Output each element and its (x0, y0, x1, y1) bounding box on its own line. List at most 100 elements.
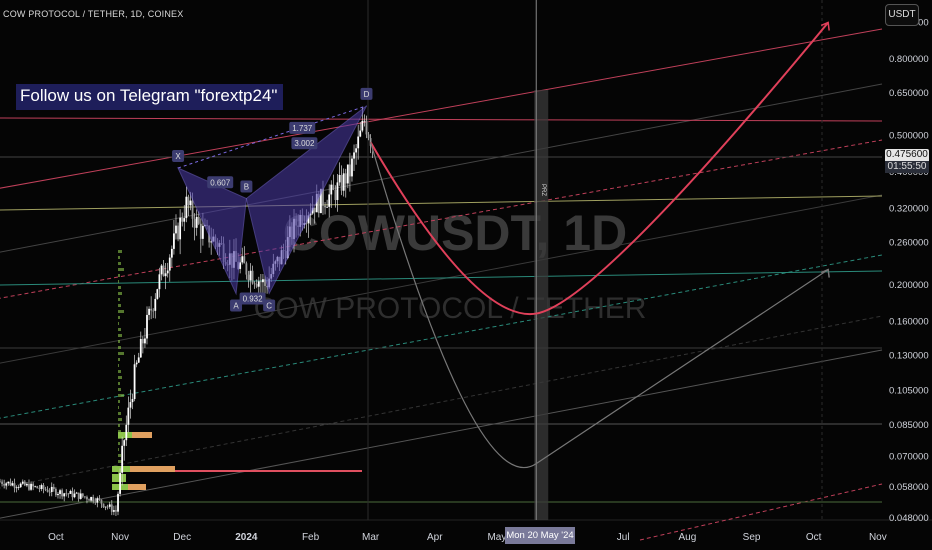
volume-bar (118, 340, 120, 343)
candle (137, 352, 140, 363)
candle-body (363, 120, 366, 122)
candle-body (65, 493, 68, 495)
candle (38, 484, 41, 493)
ratio-label: 0.932 (243, 294, 264, 303)
candle-body (255, 283, 258, 287)
candle-body (34, 486, 37, 488)
candle-body (117, 493, 119, 512)
candle-body (359, 130, 362, 137)
candle-body (96, 498, 99, 503)
candle-body (349, 164, 351, 177)
ratio-label: 0.607 (210, 178, 231, 187)
x-tick-label: Apr (427, 532, 443, 543)
candle-body (150, 308, 153, 311)
candle (355, 144, 358, 165)
candle-body (21, 481, 24, 484)
volume-bar (118, 268, 124, 271)
currency-button[interactable]: USDT (885, 4, 919, 26)
volume-bar (112, 466, 130, 472)
candle (127, 396, 130, 433)
price-axis-bg (882, 0, 932, 550)
candle (166, 262, 169, 278)
y-tick-label: 0.070000 (889, 451, 929, 462)
x-tick-label: Feb (302, 532, 320, 543)
candle-body (353, 152, 355, 159)
candle-body (7, 481, 10, 484)
candle-body (355, 148, 358, 153)
candle-body (183, 218, 186, 222)
candle (131, 393, 134, 410)
y-tick-label: 0.058000 (889, 482, 929, 493)
candle-body (257, 281, 260, 287)
candle-body (156, 289, 159, 299)
candle-body (42, 485, 45, 490)
candle (106, 504, 109, 510)
harmonic-pattern: X A B C D 0.607 0.932 1.737 3.002 (172, 87, 373, 312)
candle (42, 482, 45, 494)
candle (117, 491, 119, 516)
candle (65, 489, 68, 497)
candle-body (69, 490, 72, 494)
volume-bar (118, 424, 120, 427)
candle-body (336, 182, 339, 201)
candle (19, 482, 22, 488)
candle-body (83, 496, 86, 498)
candle (353, 144, 355, 172)
candle-body (17, 487, 20, 488)
y-tick-label: 0.260000 (889, 237, 929, 248)
candle (98, 495, 101, 501)
candle (32, 481, 35, 491)
candle-body (44, 489, 47, 490)
candle (135, 360, 138, 368)
candle-body (30, 483, 32, 490)
pattern-triangle-bcd (245, 105, 367, 295)
candle-body (367, 134, 370, 139)
volume-bar (118, 298, 120, 301)
candle-body (160, 265, 163, 275)
candle (88, 498, 90, 501)
candle (251, 265, 254, 285)
volume-bar (118, 412, 121, 415)
candle-body (77, 492, 80, 499)
candle (168, 254, 171, 282)
candle (243, 246, 246, 264)
candle-body (121, 445, 124, 473)
candle (332, 174, 335, 191)
volume-bar (118, 310, 124, 313)
candle (104, 506, 107, 511)
candle-body (202, 225, 204, 239)
candle (195, 209, 198, 236)
candle-body (351, 158, 353, 177)
candle (144, 327, 146, 348)
candle (59, 488, 61, 499)
candle (30, 481, 32, 491)
candle (50, 482, 53, 497)
candle (363, 114, 366, 127)
candle (15, 485, 18, 493)
candle (23, 480, 26, 487)
candle-body (26, 483, 28, 486)
candle (61, 488, 64, 500)
candle (173, 220, 175, 255)
candle-body (123, 440, 126, 446)
y-tick-label: 0.650000 (889, 88, 929, 99)
candle (0, 478, 1, 483)
candle-body (166, 270, 169, 274)
volume-bar (118, 382, 120, 385)
candle (148, 306, 150, 321)
candle (79, 489, 82, 500)
candle-body (94, 501, 97, 503)
candle-body (173, 233, 175, 249)
volume-bar (118, 358, 120, 361)
candle (150, 296, 153, 320)
candle (48, 488, 51, 497)
candle-body (187, 196, 190, 206)
price-chart[interactable]: COWUSDT, 1D COW PROTOCOL / TETHER PRZ X A B C D… (0, 0, 932, 550)
candle-body (168, 257, 171, 271)
x-tick-label: 2024 (235, 532, 258, 543)
candle-body (340, 174, 343, 191)
candle-body (262, 279, 264, 283)
candle-body (73, 493, 76, 498)
candle (141, 336, 144, 354)
candle (108, 501, 111, 509)
